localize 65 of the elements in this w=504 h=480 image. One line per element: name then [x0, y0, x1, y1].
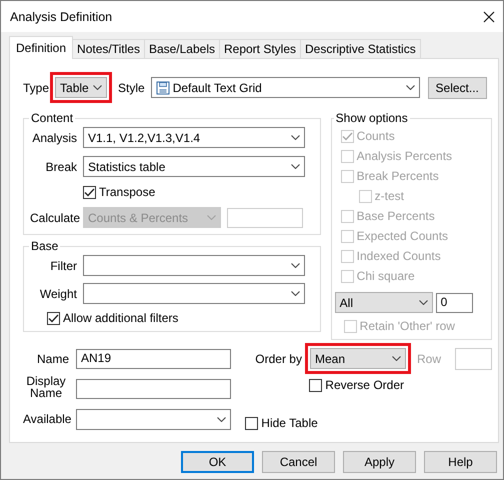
- dropdown[interactable]: Default Text Grid: [150, 77, 420, 98]
- close-icon[interactable]: [483, 10, 495, 22]
- field-label: Display Name: [25, 374, 67, 398]
- field-label: Available: [23, 412, 69, 426]
- name-field[interactable]: AN19: [76, 348, 231, 368]
- checkbox-label: Expected Counts: [356, 229, 448, 243]
- checkbox-label: Hide Table: [261, 416, 318, 430]
- chevron-down-icon: [291, 164, 300, 169]
- checkbox-label: Chi square: [356, 269, 415, 283]
- dropdown[interactable]: [83, 283, 305, 304]
- checkbox-label: Indexed Counts: [356, 249, 441, 263]
- tab[interactable]: Descriptive Statistics: [300, 39, 421, 59]
- tab[interactable]: Definition: [9, 36, 74, 59]
- dropdown[interactable]: Statistics table: [83, 156, 305, 177]
- dropdown[interactable]: Table: [55, 77, 108, 98]
- field-label: Name: [36, 352, 69, 366]
- dropdown[interactable]: [83, 255, 305, 276]
- row-field[interactable]: [455, 348, 492, 370]
- chevron-down-icon: [291, 135, 300, 140]
- checkbox[interactable]: [83, 186, 96, 198]
- chevron-down-icon: [207, 215, 216, 220]
- dropdown[interactable]: V1.1, V1.2,V1.3,V1.4: [83, 127, 305, 148]
- field-label: Row: [416, 352, 441, 366]
- field-label: Analysis: [31, 130, 77, 144]
- chevron-down-icon: [392, 356, 401, 361]
- text-field[interactable]: [76, 378, 231, 398]
- group-title: Show options: [334, 111, 409, 125]
- checkbox-label: Analysis Percents: [356, 149, 452, 163]
- group-title: Base: [30, 239, 60, 253]
- chevron-down-icon: [406, 85, 415, 90]
- field-label: Order by: [255, 352, 302, 366]
- checkbox[interactable]: [245, 416, 258, 430]
- group-title: Content: [30, 111, 74, 125]
- number-field[interactable]: 0: [436, 292, 473, 312]
- checkbox-label: Reverse Order: [325, 378, 404, 392]
- checkbox-label: Break Percents: [356, 169, 439, 183]
- checkbox-label: z-test: [374, 189, 404, 203]
- dialog-button[interactable]: OK: [181, 451, 254, 473]
- checkbox-label: Transpose: [99, 185, 156, 199]
- dialog-button[interactable]: Apply: [343, 451, 416, 473]
- dropdown[interactable]: Mean: [310, 348, 406, 369]
- text-field[interactable]: [227, 208, 303, 228]
- checkbox-label: Allow additional filters: [63, 311, 178, 325]
- select-button[interactable]: Select...: [428, 76, 487, 98]
- field-label: Calculate: [30, 210, 77, 224]
- chevron-down-icon: [217, 416, 226, 422]
- checkbox-label: Retain 'Other' row: [360, 319, 455, 333]
- field-label: Break: [44, 160, 77, 174]
- window-title: Analysis Definition: [10, 10, 112, 24]
- checkbox-label: Base Percents: [356, 209, 435, 223]
- dialog-button[interactable]: Cancel: [262, 451, 335, 473]
- field-label: Type: [23, 80, 50, 94]
- chevron-down-icon: [291, 263, 300, 268]
- chevron-down-icon: [418, 300, 428, 305]
- dropdown[interactable]: [76, 408, 231, 430]
- field-label: Style: [118, 80, 145, 94]
- checkbox[interactable]: [47, 312, 60, 324]
- dropdown[interactable]: All: [334, 292, 433, 313]
- dialog-button[interactable]: Help: [424, 451, 497, 473]
- field-label: Weight: [38, 286, 77, 300]
- chevron-down-icon: [291, 291, 300, 296]
- chevron-down-icon: [93, 85, 102, 90]
- field-label: Filter: [49, 258, 77, 272]
- checkbox[interactable]: [309, 378, 322, 392]
- checkbox-label: Counts: [356, 129, 395, 143]
